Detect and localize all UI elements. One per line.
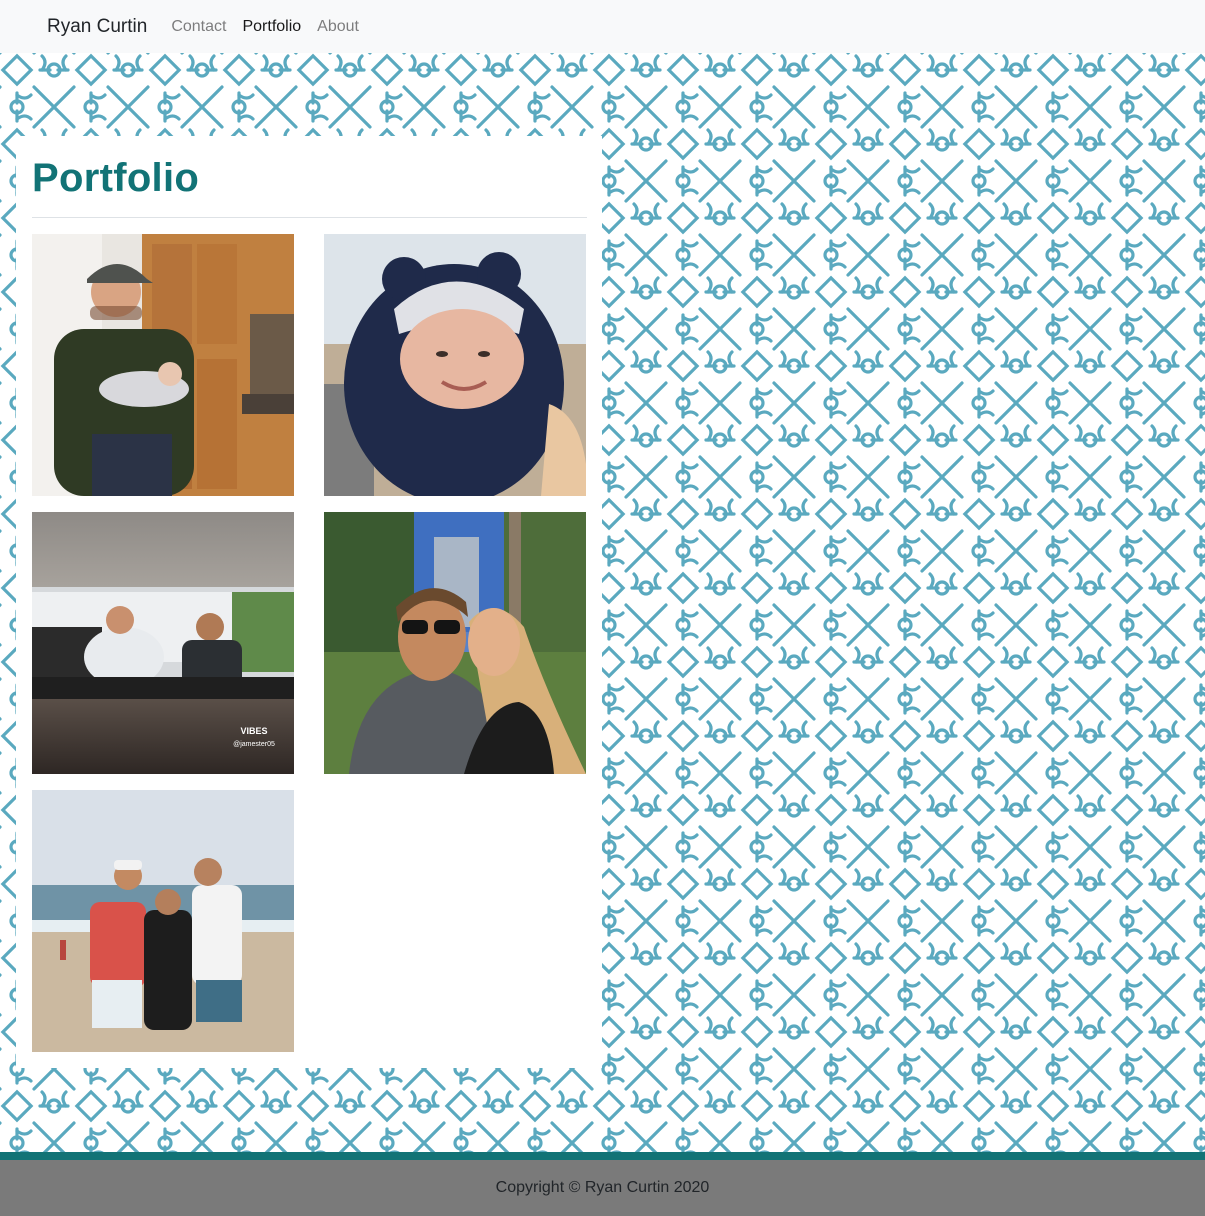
brand-link[interactable]: Ryan Curtin [47, 16, 147, 38]
footer-accent-bar [0, 1152, 1205, 1160]
photo-family-at-beach[interactable] [32, 790, 294, 1052]
photo-man-holding-baby[interactable] [32, 234, 294, 496]
copyright-text: Copyright © Ryan Curtin 2020 [495, 1179, 710, 1196]
photo-couple-selfie[interactable] [324, 512, 586, 774]
nav-link-contact[interactable]: Contact [171, 18, 226, 36]
title-divider [32, 217, 587, 218]
story-caption-line-2: @jamester05 [233, 741, 275, 748]
nav-link-about[interactable]: About [317, 18, 359, 36]
site-footer: Copyright © Ryan Curtin 2020 [0, 1160, 1205, 1216]
top-navbar: Ryan Curtin Contact Portfolio About [0, 0, 1205, 53]
story-caption-line-1: VIBES [240, 726, 267, 736]
nav-link-portfolio[interactable]: Portfolio [242, 18, 301, 36]
photo-baby-in-hood[interactable] [324, 234, 586, 496]
page-title: Portfolio [32, 156, 200, 200]
portfolio-card: Portfolio VIBES @jamester05 [16, 136, 602, 1068]
patterned-background: Portfolio VIBES @jamester05 [0, 53, 1205, 1152]
photo-family-on-porch[interactable]: VIBES @jamester05 [32, 512, 294, 774]
